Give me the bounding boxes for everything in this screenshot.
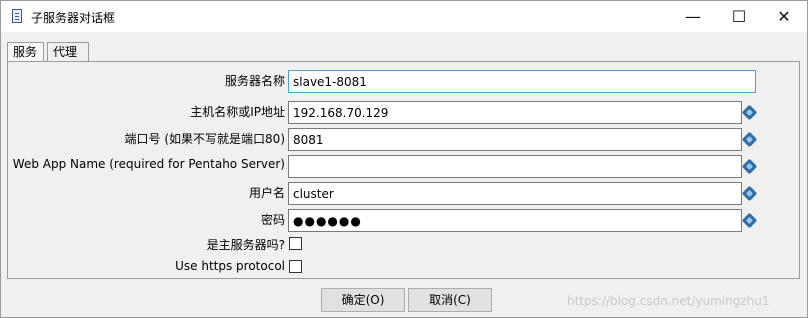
use-https-checkbox[interactable] [289, 260, 302, 273]
cancel-button[interactable]: 取消(C) [408, 288, 492, 312]
window-title: 子服务器对话框 [31, 11, 116, 25]
tab-proxy[interactable]: 代理 [47, 42, 89, 61]
tab-service[interactable]: 服务 [7, 42, 44, 61]
is-master-label: 是主服务器吗? [206, 238, 285, 252]
use-https-label: Use https protocol [175, 259, 285, 273]
hostname-label: 主机名称或IP地址 [190, 105, 285, 119]
port-label: 端口号 (如果不写就是端口80) [124, 132, 285, 146]
minimize-button[interactable]: — [670, 1, 716, 32]
server-name-label: 服务器名称 [224, 74, 285, 88]
maximize-button[interactable]: ☐ [716, 1, 762, 32]
username-input[interactable] [288, 182, 742, 205]
ok-button[interactable]: 确定(O) [321, 288, 405, 312]
document-icon [12, 9, 22, 23]
web-app-name-input[interactable] [288, 155, 742, 178]
server-name-input[interactable] [288, 70, 756, 93]
password-input[interactable] [288, 209, 742, 232]
dialog-window: 子服务器对话框 — ☐ ✕ 服务 代理 服务器名称 主机名称或IP地址 端口号 … [0, 0, 808, 318]
password-label: 密码 [260, 213, 285, 227]
is-master-checkbox[interactable] [289, 237, 302, 250]
username-label: 用户名 [248, 186, 285, 200]
web-app-name-label: Web App Name (required for Pentaho Serve… [12, 157, 285, 171]
title-bar[interactable]: 子服务器对话框 — ☐ ✕ [1, 1, 807, 32]
port-input[interactable] [288, 128, 742, 151]
hostname-input[interactable] [288, 101, 742, 124]
watermark: https://blog.csdn.net/yumingzhu1 [567, 294, 770, 308]
close-button[interactable]: ✕ [761, 1, 807, 32]
